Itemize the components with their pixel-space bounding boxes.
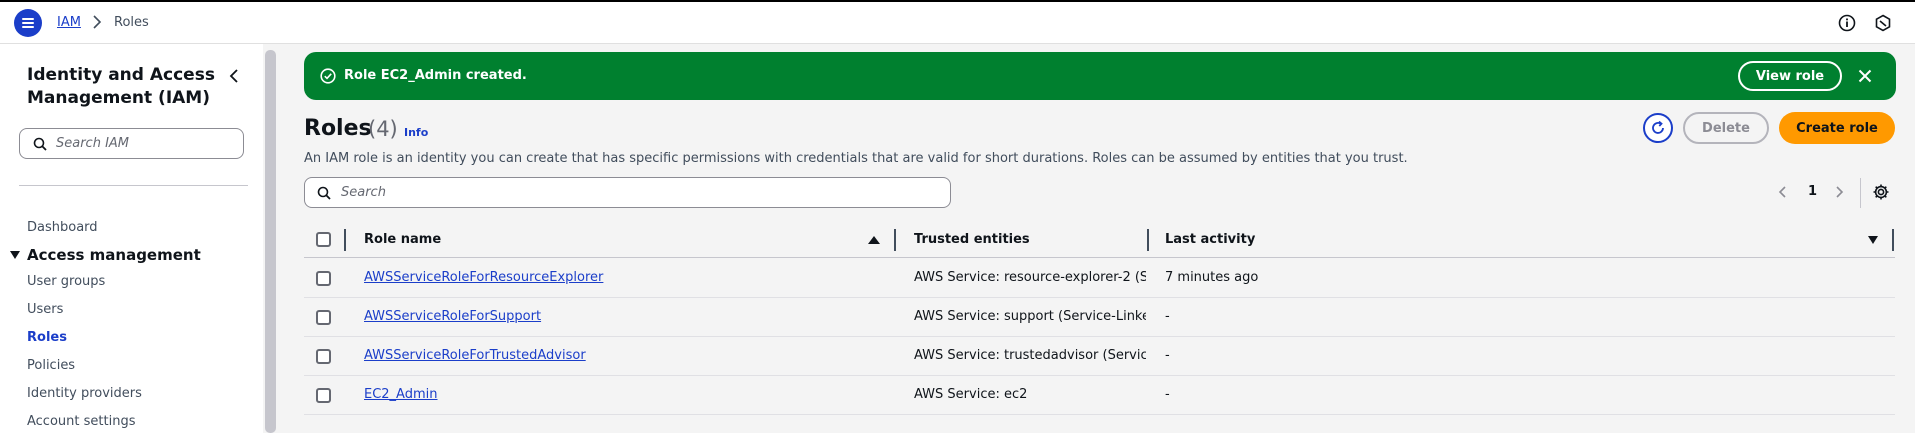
chevron-right-icon	[93, 15, 102, 29]
sort-ascending-icon[interactable]	[868, 236, 880, 244]
sort-indicator-icon[interactable]	[1868, 236, 1878, 244]
roles-search-placeholder: Search	[341, 185, 386, 200]
trusted-entity-text: AWS Service: resource-explorer-2	[914, 270, 1135, 285]
refresh-button[interactable]	[1643, 113, 1673, 143]
page-description: An IAM role is an identity you can creat…	[304, 151, 1408, 166]
view-role-button[interactable]: View role	[1738, 61, 1842, 91]
delete-button[interactable]: Delete	[1683, 112, 1769, 144]
menu-icon[interactable]	[14, 9, 42, 37]
role-name-link[interactable]: EC2_Admin	[364, 387, 438, 402]
top-navigation: IAM Roles	[0, 0, 1915, 44]
chevron-left-icon[interactable]	[1778, 185, 1788, 199]
breadcrumb-iam[interactable]: IAM	[57, 15, 81, 30]
collapse-sidebar-icon[interactable]	[228, 68, 240, 84]
sidebar: Identity and Access Management (IAM) Sea…	[0, 44, 263, 433]
column-divider[interactable]	[894, 229, 896, 251]
last-activity-cell: 7 minutes ago	[1165, 270, 1259, 285]
roles-search-input[interactable]: Search	[304, 177, 951, 208]
last-activity-cell: -	[1165, 348, 1170, 363]
sidebar-title: Identity and Access Management (IAM)	[27, 65, 215, 108]
sidebar-item-user-groups[interactable]: User groups	[27, 274, 105, 289]
row-checkbox[interactable]	[316, 310, 331, 325]
table-row: AWSServiceRoleForResourceExplorer AWS Se…	[304, 259, 1895, 298]
trusted-entities-cell: AWS Service: ec2	[914, 387, 1146, 402]
column-divider	[1892, 229, 1894, 251]
sidebar-divider	[19, 185, 248, 186]
sidebar-search-placeholder: Search IAM	[56, 136, 130, 151]
success-check-icon	[320, 68, 336, 84]
sidebar-item-identity-providers[interactable]: Identity providers	[27, 386, 142, 401]
trusted-entity-text: AWS Service: support	[914, 309, 1059, 324]
sidebar-group-label: Access management	[27, 246, 201, 264]
role-name-link[interactable]: AWSServiceRoleForSupport	[364, 309, 541, 324]
success-flash-banner: Role EC2_Admin created. View role	[304, 52, 1896, 100]
notifications-icon[interactable]	[1874, 14, 1892, 32]
trusted-entities-cell: AWS Service: support (Service-Linked rol…	[914, 309, 1146, 324]
gear-icon[interactable]	[1872, 183, 1890, 201]
info-link[interactable]: Info	[404, 126, 428, 139]
sidebar-item-dashboard[interactable]: Dashboard	[27, 220, 98, 235]
create-role-button[interactable]: Create role	[1779, 112, 1895, 144]
sidebar-scrollbar[interactable]	[265, 50, 276, 433]
last-activity-cell: -	[1165, 309, 1170, 324]
sidebar-item-users[interactable]: Users	[27, 302, 63, 317]
role-name-link[interactable]: AWSServiceRoleForTrustedAdvisor	[364, 348, 586, 363]
row-checkbox[interactable]	[316, 349, 331, 364]
sidebar-group-access-management[interactable]: Access management	[10, 246, 201, 264]
trusted-entities-cell: AWS Service: resource-explorer-2 (Servic…	[914, 270, 1146, 285]
table-row: AWSServiceRoleForTrustedAdvisor AWS Serv…	[304, 337, 1895, 376]
refresh-icon	[1652, 120, 1664, 134]
sidebar-item-roles[interactable]: Roles	[27, 330, 67, 345]
breadcrumb-roles: Roles	[114, 15, 149, 30]
select-all-checkbox[interactable]	[316, 232, 331, 247]
flash-message: Role EC2_Admin created.	[344, 68, 527, 83]
column-divider[interactable]	[1147, 229, 1149, 251]
table-row: AWSServiceRoleForSupport AWS Service: su…	[304, 298, 1895, 337]
page-title: Roles	[304, 116, 372, 141]
trusted-entity-text: AWS Service: trustedadvisor	[914, 348, 1103, 363]
close-icon[interactable]	[1858, 69, 1872, 83]
sidebar-item-account-settings[interactable]: Account settings	[27, 414, 135, 429]
role-name-link[interactable]: AWSServiceRoleForResourceExplorer	[364, 270, 603, 285]
table-header: Role name Trusted entities Last activity	[304, 222, 1895, 258]
table-row: EC2_Admin AWS Service: ec2 -	[304, 376, 1895, 415]
row-checkbox[interactable]	[316, 271, 331, 286]
service-linked-label[interactable]: (Service-Linked role)	[1102, 348, 1146, 363]
info-icon[interactable]	[1838, 14, 1856, 32]
column-header-role-name[interactable]: Role name	[364, 232, 441, 247]
caret-down-icon	[10, 251, 20, 259]
sidebar-item-policies[interactable]: Policies	[27, 358, 75, 373]
column-header-trusted-entities[interactable]: Trusted entities	[914, 232, 1030, 247]
trusted-entities-cell: AWS Service: trustedadvisor (Service-Lin…	[914, 348, 1146, 363]
service-linked-label[interactable]: (Service-Linked role)	[1134, 270, 1146, 285]
column-header-last-activity[interactable]: Last activity	[1165, 232, 1255, 247]
search-icon	[317, 186, 331, 200]
search-icon	[33, 137, 47, 151]
sidebar-search-input[interactable]: Search IAM	[19, 128, 244, 159]
pagination-divider	[1860, 178, 1861, 208]
roles-count: (4)	[368, 117, 398, 141]
last-activity-cell: -	[1165, 387, 1170, 402]
service-linked-label[interactable]: (Service-Linked role)	[1058, 309, 1146, 324]
column-divider	[344, 229, 346, 251]
trusted-entity-text: AWS Service: ec2	[914, 387, 1028, 402]
row-checkbox[interactable]	[316, 388, 331, 403]
chevron-right-icon[interactable]	[1834, 185, 1844, 199]
page-number[interactable]: 1	[1808, 184, 1817, 199]
